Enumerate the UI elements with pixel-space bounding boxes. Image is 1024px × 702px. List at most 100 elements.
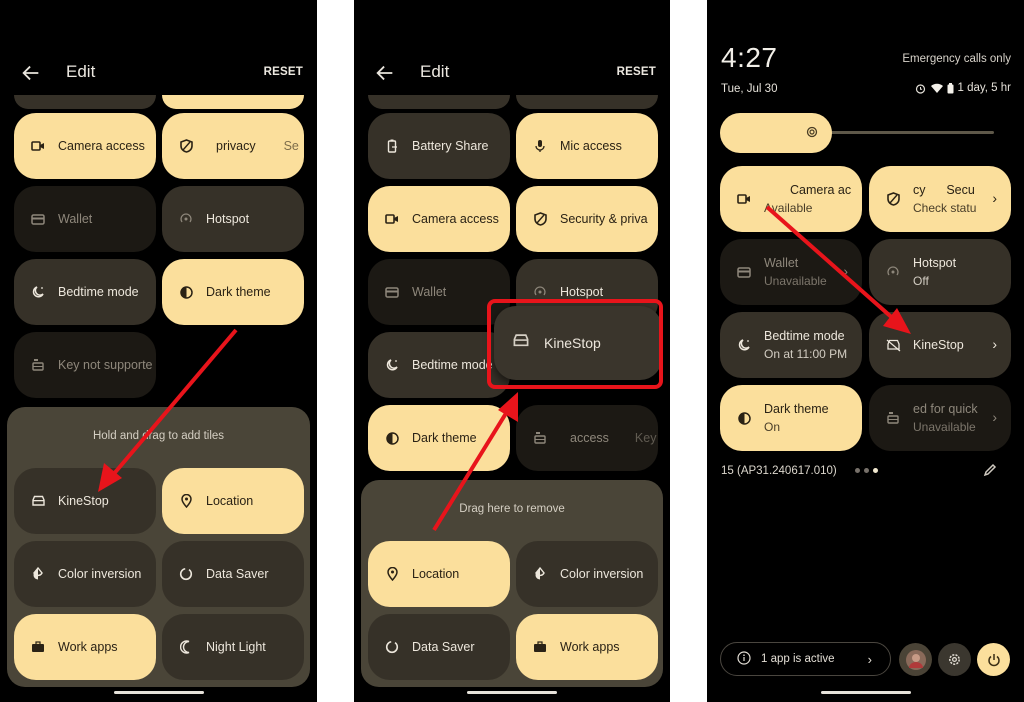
settings-button[interactable] xyxy=(938,643,971,676)
annotation-highlight-box xyxy=(487,299,663,389)
location-pin-icon xyxy=(384,566,400,582)
qs-tile-car-key[interactable]: ed for quick Unavailable › xyxy=(869,385,1011,451)
qs-tile-dark-theme[interactable]: Dark theme On xyxy=(720,385,862,451)
video-camera-icon xyxy=(30,138,46,154)
arrow-left-icon[interactable] xyxy=(374,62,396,84)
tile-bedtime-mode[interactable]: Bedtime mode xyxy=(14,259,156,325)
card-icon xyxy=(384,284,400,300)
tray-tile-data-saver[interactable]: Data Saver xyxy=(368,614,510,680)
qs-tile-wallet[interactable]: Wallet Unavailable › xyxy=(720,239,862,305)
crescent-icon xyxy=(178,639,194,655)
tray-tile-color-inversion[interactable]: Color inversion xyxy=(516,541,658,607)
active-apps-button[interactable]: 1 app is active › xyxy=(720,642,891,676)
tile-dark-theme[interactable]: Dark theme xyxy=(368,405,510,471)
car-key-icon xyxy=(532,430,548,446)
battery-icon xyxy=(947,82,954,94)
edit-tiles-dragging-panel: Edit RESET Battery Share Mic access Came… xyxy=(354,0,670,702)
tile-security-privacy[interactable]: privacy Se xyxy=(162,113,304,179)
page-dot-active[interactable] xyxy=(873,468,878,473)
gear-icon xyxy=(949,654,960,665)
briefcase-icon xyxy=(30,639,46,655)
wifi-icon xyxy=(930,82,943,94)
tile-car-key[interactable]: Key not supporte xyxy=(14,332,156,398)
scrolled-tile-partial[interactable] xyxy=(516,95,658,109)
scrolled-tile-partial[interactable] xyxy=(162,95,304,109)
tray-tile-kinestop[interactable]: KineStop xyxy=(14,468,156,534)
power-icon xyxy=(987,653,1000,666)
avatar-image xyxy=(905,649,926,670)
car-off-icon xyxy=(885,337,901,353)
car-key-icon xyxy=(30,357,46,373)
reset-button[interactable]: RESET xyxy=(617,66,656,78)
build-number[interactable]: 15 (AP31.240617.010) xyxy=(721,465,837,477)
qs-tile-hotspot[interactable]: Hotspot Off xyxy=(869,239,1011,305)
video-camera-icon xyxy=(736,191,752,207)
tray-tile-data-saver[interactable]: Data Saver xyxy=(162,541,304,607)
page-indicator xyxy=(855,468,878,473)
alarm-icon xyxy=(915,82,927,94)
tray-tile-location[interactable]: Location xyxy=(368,541,510,607)
tray-hint: Hold and drag to add tiles xyxy=(92,430,225,442)
home-indicator[interactable] xyxy=(113,691,204,694)
page-dot[interactable] xyxy=(864,468,869,473)
user-avatar-button[interactable] xyxy=(899,643,932,676)
tray-tile-color-inversion[interactable]: Color inversion xyxy=(14,541,156,607)
tile-battery-share[interactable]: Battery Share xyxy=(368,113,510,179)
carrier-status: Emergency calls only xyxy=(902,53,1011,65)
tile-hotspot[interactable]: Hotspot xyxy=(162,186,304,252)
tile-camera-access[interactable]: Camera access xyxy=(368,186,510,252)
tile-wallet[interactable]: Wallet xyxy=(14,186,156,252)
scrolled-tile-partial[interactable] xyxy=(368,95,510,109)
chevron-right-icon[interactable]: › xyxy=(992,409,997,425)
video-camera-icon xyxy=(384,211,400,227)
briefcase-icon xyxy=(532,639,548,655)
tile-security-privacy[interactable]: Security & priva xyxy=(516,186,658,252)
tile-dark-theme[interactable]: Dark theme xyxy=(162,259,304,325)
qs-tile-camera-access[interactable]: Camera ac Available xyxy=(720,166,862,232)
tray-tile-location[interactable]: Location xyxy=(162,468,304,534)
tile-mic-access[interactable]: Mic access xyxy=(516,113,658,179)
hotspot-icon xyxy=(178,211,194,227)
qs-tile-bedtime-mode[interactable]: Bedtime mode On at 11:00 PM xyxy=(720,312,862,378)
hotspot-icon xyxy=(532,284,548,300)
tray-tile-night-light[interactable]: Night Light xyxy=(162,614,304,680)
home-indicator[interactable] xyxy=(820,691,911,694)
drop-half-icon xyxy=(30,566,46,582)
screenshot-canvas: Edit RESET Camera access privacy Se Wall… xyxy=(0,0,1024,702)
pencil-icon[interactable] xyxy=(982,462,998,478)
moon-stars-icon xyxy=(736,337,752,353)
tray-tile-work-apps[interactable]: Work apps xyxy=(14,614,156,680)
card-icon xyxy=(736,264,752,280)
edit-header: Edit RESET xyxy=(0,58,317,88)
power-button[interactable] xyxy=(977,643,1010,676)
reset-button[interactable]: RESET xyxy=(264,66,303,78)
car-icon xyxy=(30,493,46,509)
scrolled-tile-partial[interactable] xyxy=(14,95,156,109)
qs-tile-security-privacy[interactable]: cy Secu Check statu › xyxy=(869,166,1011,232)
edit-header: Edit RESET xyxy=(354,58,670,88)
battery-share-icon xyxy=(384,138,400,154)
page-dot[interactable] xyxy=(855,468,860,473)
moon-stars-icon xyxy=(384,357,400,373)
half-circle-icon xyxy=(736,410,752,426)
arrow-left-icon[interactable] xyxy=(20,62,42,84)
home-indicator[interactable] xyxy=(467,691,557,694)
tile-camera-access[interactable]: Camera access xyxy=(14,113,156,179)
shield-icon xyxy=(885,191,901,207)
chevron-right-icon[interactable]: › xyxy=(992,336,997,352)
tile-car-key[interactable]: access Key xyxy=(516,405,658,471)
moon-stars-icon xyxy=(30,284,46,300)
page-title: Edit xyxy=(66,62,96,81)
date[interactable]: Tue, Jul 30 xyxy=(721,83,777,95)
info-icon xyxy=(737,650,751,668)
microphone-icon xyxy=(532,138,548,154)
data-saver-icon xyxy=(178,566,194,582)
shield-icon xyxy=(532,211,548,227)
tray-tile-work-apps[interactable]: Work apps xyxy=(516,614,658,680)
qs-tile-kinestop[interactable]: KineStop › xyxy=(869,312,1011,378)
chevron-right-icon[interactable]: › xyxy=(992,190,997,206)
drop-half-icon xyxy=(532,566,548,582)
chevron-right-icon[interactable]: › xyxy=(843,263,848,279)
brightness-slider-track[interactable] xyxy=(827,131,994,134)
clock[interactable]: 4:27 xyxy=(721,42,778,74)
